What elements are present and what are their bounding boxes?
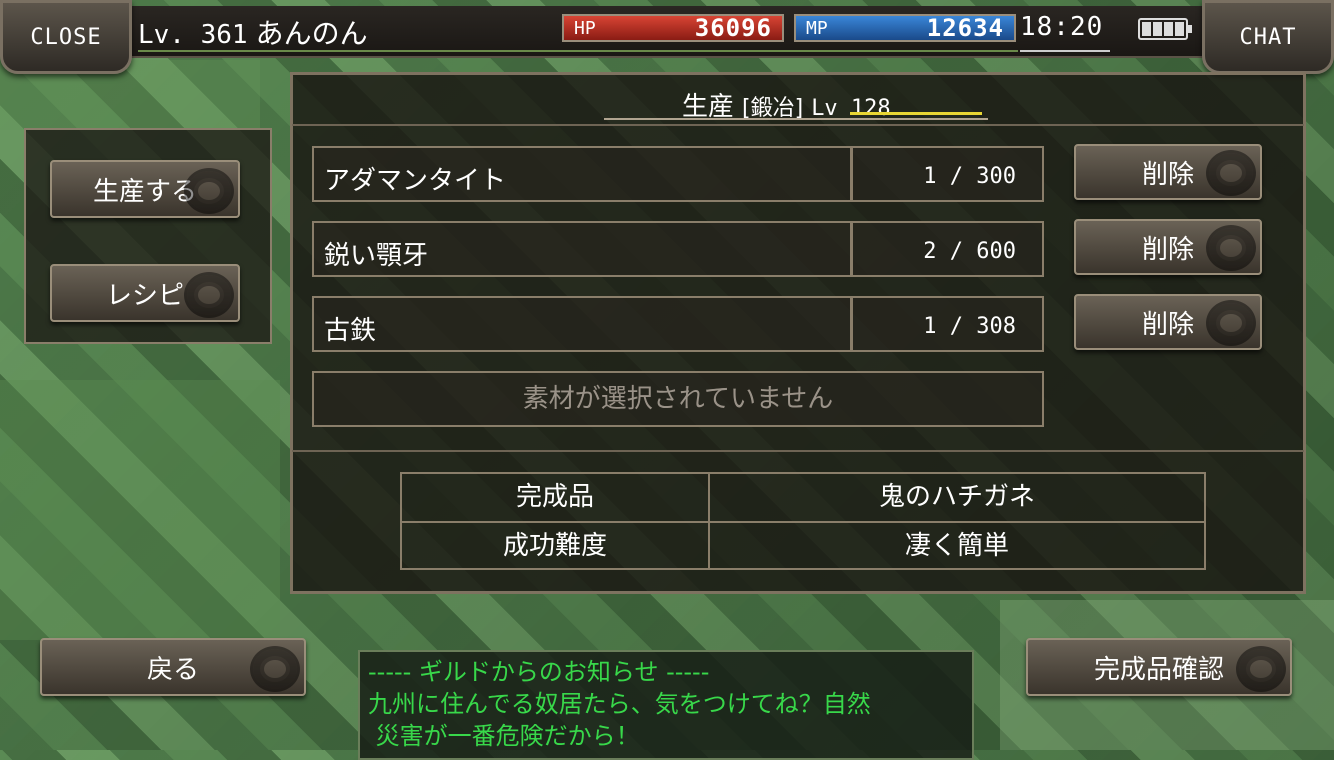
level-underline xyxy=(138,50,1018,52)
title-underline xyxy=(604,118,988,120)
swirl-ornament-icon xyxy=(184,168,234,214)
swirl-ornament-icon xyxy=(1206,150,1256,196)
delete-button[interactable]: 削除 xyxy=(1074,144,1262,200)
divider xyxy=(292,450,1304,452)
material-quantity: 1 / 300 xyxy=(923,164,1016,189)
difficulty-row: 成功難度 凄く簡単 xyxy=(402,521,1204,570)
hp-value: 36096 xyxy=(694,14,772,42)
mp-gauge: MP 12634 xyxy=(794,14,1016,42)
close-label: CLOSE xyxy=(30,24,102,50)
empty-material-slot[interactable]: 素材が選択されていません xyxy=(312,371,1044,427)
result-table: 完成品 鬼のハチガネ 成功難度 凄く簡単 xyxy=(400,472,1206,570)
material-quantity: 1 / 308 xyxy=(923,314,1016,339)
column-separator xyxy=(850,148,853,200)
material-name: 古鉄 xyxy=(324,316,377,346)
hp-gauge: HP 36096 xyxy=(562,14,784,42)
delete-label: 削除 xyxy=(1141,309,1194,340)
player-name: あんのん xyxy=(255,17,368,50)
product-value: 鬼のハチガネ xyxy=(708,474,1204,521)
delete-button[interactable]: 削除 xyxy=(1074,219,1262,275)
notice-line: 災害が一番危険だから！ xyxy=(368,722,640,750)
product-label: 完成品 xyxy=(515,482,594,512)
back-label: 戻る xyxy=(146,654,199,685)
swirl-ornament-icon xyxy=(250,646,300,692)
difficulty-value: 凄く簡単 xyxy=(708,523,1204,570)
swirl-ornament-icon xyxy=(1206,225,1256,271)
delete-button[interactable]: 削除 xyxy=(1074,294,1262,350)
difficulty-label: 成功難度 xyxy=(502,531,607,561)
confirm-label: 完成品確認 xyxy=(1093,654,1224,685)
notice-line: 九州に住んでる奴居たら、気をつけてね？自然 xyxy=(368,690,871,718)
material-name: アダマンタイト xyxy=(324,166,507,196)
clock-underline xyxy=(1020,50,1110,52)
scenery-block xyxy=(0,380,280,640)
back-button[interactable]: 戻る xyxy=(40,638,306,696)
clock: 18:20 xyxy=(1020,12,1104,42)
battery-icon xyxy=(1138,18,1192,40)
produce-label: 生産する xyxy=(92,176,197,207)
column-separator xyxy=(850,223,853,275)
notice-header: ----- ギルドからのお知らせ ----- xyxy=(368,658,710,686)
divider xyxy=(292,124,1304,126)
swirl-ornament-icon xyxy=(184,272,234,318)
delete-label: 削除 xyxy=(1141,159,1194,190)
produce-button[interactable]: 生産する xyxy=(50,160,240,218)
recipe-label: レシピ xyxy=(105,280,184,311)
material-row[interactable]: アダマンタイト 1 / 300 xyxy=(312,146,1044,202)
column-separator xyxy=(850,298,853,350)
material-quantity: 2 / 600 xyxy=(923,239,1016,264)
material-row[interactable]: 古鉄 1 / 308 xyxy=(312,296,1044,352)
mp-value: 12634 xyxy=(926,14,1004,42)
close-button[interactable]: CLOSE xyxy=(0,0,132,74)
material-row[interactable]: 鋭い顎牙 2 / 600 xyxy=(312,221,1044,277)
swirl-ornament-icon xyxy=(1236,646,1286,692)
product-row: 完成品 鬼のハチガネ xyxy=(402,474,1204,521)
chat-label: CHAT xyxy=(1239,24,1297,50)
player-level: Lv. 361 あんのん xyxy=(138,12,368,52)
mp-label: MP xyxy=(806,17,828,39)
material-name: 鋭い顎牙 xyxy=(324,241,429,271)
delete-label: 削除 xyxy=(1141,234,1194,265)
level-text: Lv. 361 xyxy=(138,20,248,50)
recipe-button[interactable]: レシピ xyxy=(50,264,240,322)
level-highlight xyxy=(850,112,982,115)
hp-label: HP xyxy=(574,17,596,39)
guild-notice[interactable]: ----- ギルドからのお知らせ ----- 九州に住んでる奴居たら、気をつけて… xyxy=(358,650,974,760)
chat-button[interactable]: CHAT xyxy=(1202,0,1334,74)
swirl-ornament-icon xyxy=(1206,300,1256,346)
confirm-product-button[interactable]: 完成品確認 xyxy=(1026,638,1292,696)
